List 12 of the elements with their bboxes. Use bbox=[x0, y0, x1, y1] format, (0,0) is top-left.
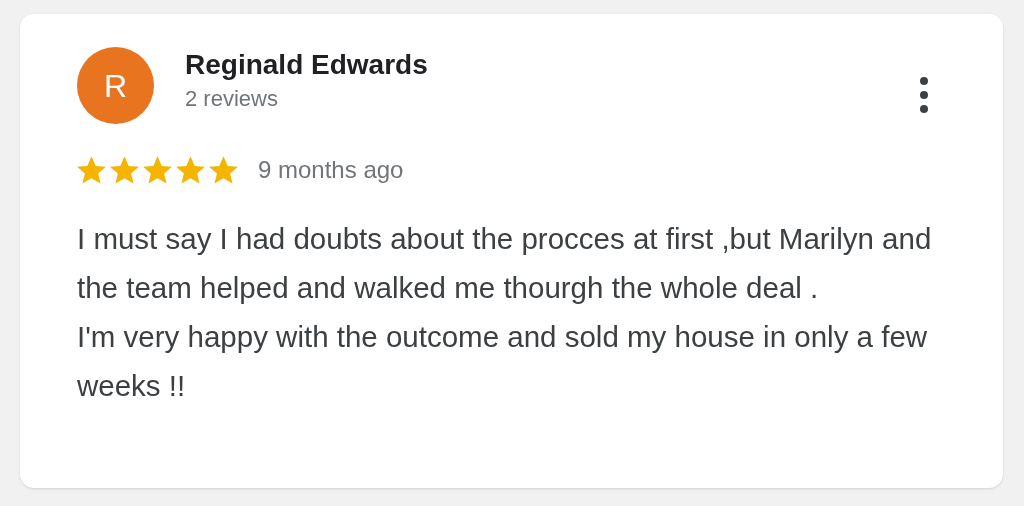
star-icon bbox=[207, 154, 240, 186]
more-options-menu-icon[interactable] bbox=[920, 77, 928, 113]
author-name: Reginald Edwards bbox=[185, 48, 428, 82]
star-icon bbox=[108, 154, 141, 186]
star-icon bbox=[75, 154, 108, 186]
review-text: I'm very happy with the outcome and sold my house in only a few weeks !! bbox=[77, 319, 929, 404]
star-icon bbox=[141, 154, 174, 186]
star-icon bbox=[174, 154, 207, 186]
avatar: R bbox=[77, 47, 154, 124]
review-text: I must say I had doubts about the procces at first ,but Marilyn and the team helped and walked me thourgh the whole deal . bbox=[77, 221, 933, 306]
review-time: 9 months ago bbox=[258, 155, 404, 185]
review-count: 2 reviews bbox=[185, 85, 278, 113]
